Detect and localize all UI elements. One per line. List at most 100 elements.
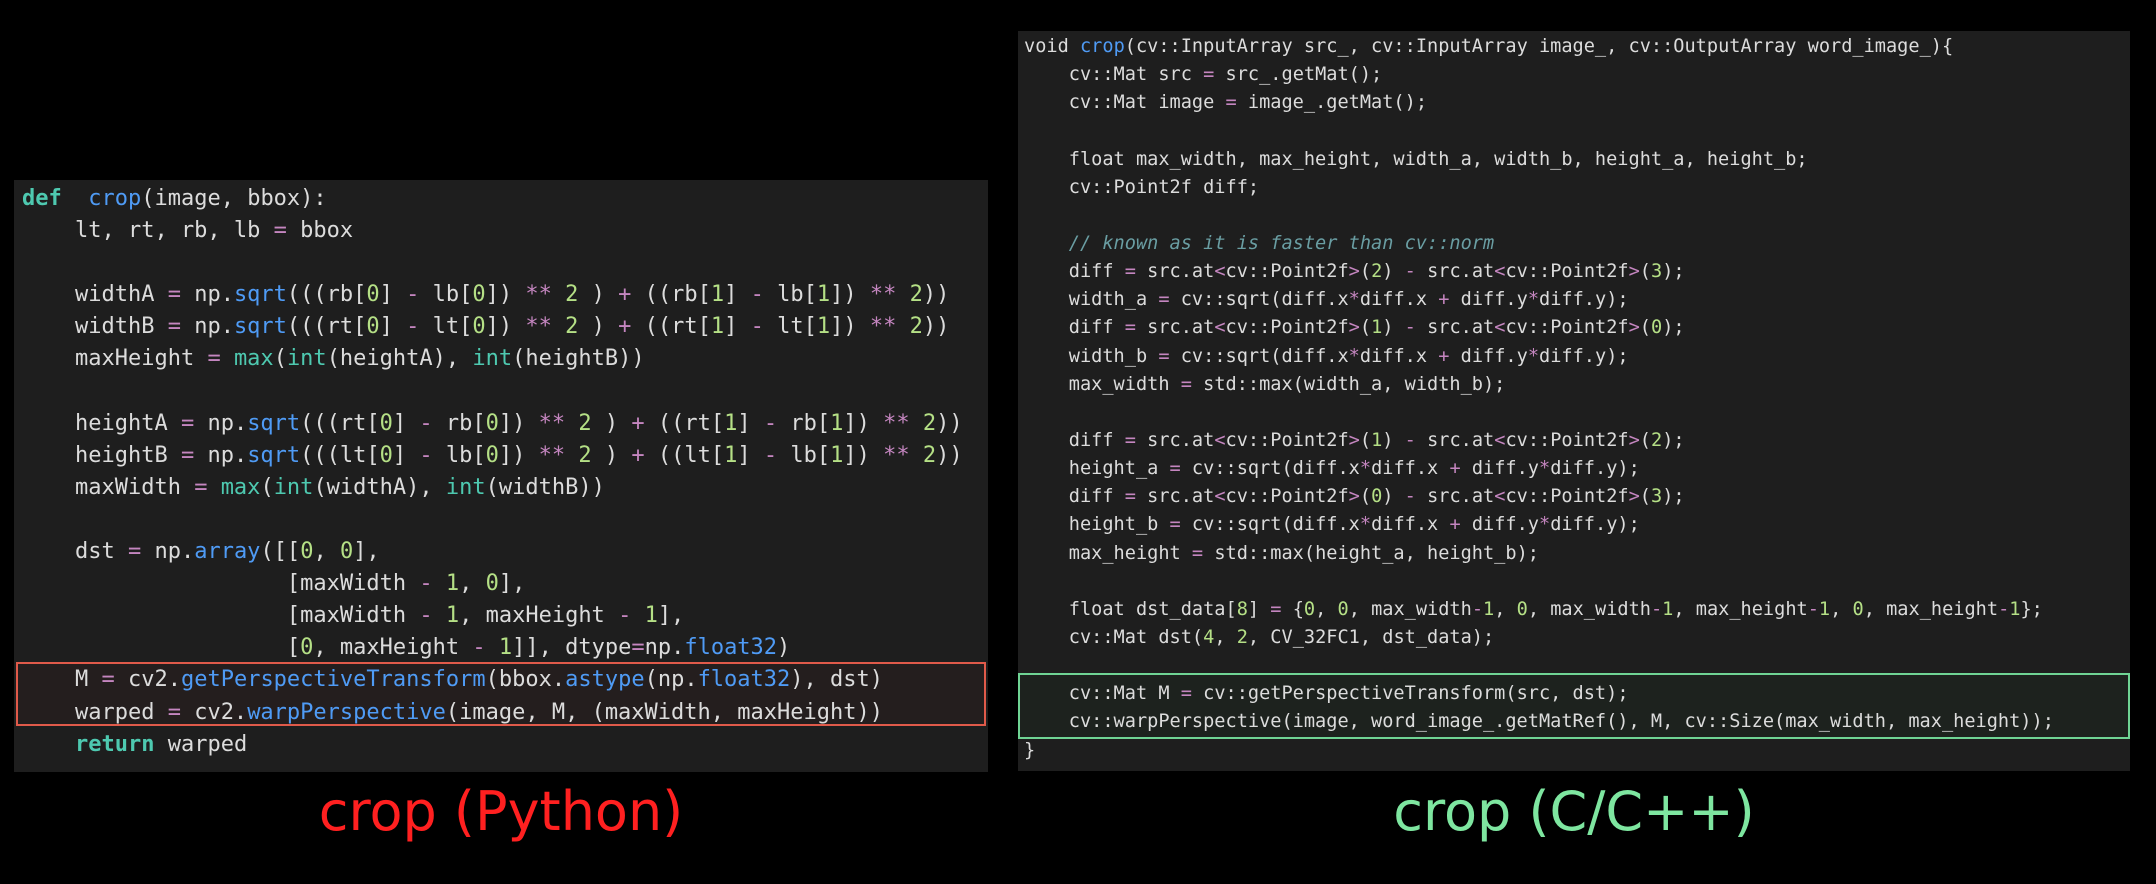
cpp-code-token: , max_height (1863, 598, 1999, 620)
cpp-code-line (1018, 202, 2130, 230)
cpp-code-token: > (1628, 317, 1640, 339)
cpp-code-token: 1 (2009, 598, 2021, 620)
py-code-token: - (419, 442, 433, 468)
py-code-token: (bbox. (485, 667, 566, 693)
py-code-token: 2 (922, 442, 937, 468)
cpp-code-token: 0 (1303, 598, 1316, 620)
cpp-code-token: 1 (1483, 598, 1495, 620)
cpp-code-token: src.at (1135, 429, 1215, 451)
cpp-code-token: src.at (1135, 486, 1215, 508)
cpp-code-token: = (1124, 486, 1136, 508)
cpp-code-token: ); (1662, 429, 1685, 451)
py-code-token: - (419, 410, 433, 436)
cpp-code-token: crop (1079, 36, 1125, 57)
py-code-token: 2 (578, 410, 592, 436)
py-code-token: (((lt[ (300, 442, 380, 468)
cpp-code-token: } (1024, 739, 1036, 761)
cpp-code-token: > (1628, 486, 1640, 508)
cpp-code-token: diff.y); (1550, 458, 1640, 480)
py-code-token: , maxHeight (313, 635, 473, 661)
py-code-token: ((rt[ (631, 314, 711, 340)
cpp-code-token: = (1169, 514, 1181, 536)
py-code-token: 1 (830, 442, 844, 468)
py-code-token: np. (180, 282, 234, 308)
py-code-token: lb[ (763, 282, 817, 308)
py-code-token: ] (392, 410, 420, 436)
cpp-code-token: , max_height (1673, 598, 1808, 620)
cpp-code-token: ) (1382, 261, 1405, 283)
py-code-token: = (180, 410, 195, 436)
cpp-code-token: = (1203, 64, 1215, 86)
py-code-token: ], (353, 539, 380, 565)
py-code-token: 1 (710, 282, 725, 308)
py-code-token: = (273, 218, 287, 244)
cpp-code-token: , (1830, 598, 1853, 620)
cpp-code-token: cv::Point2f (1505, 317, 1629, 339)
py-code-token: ] (379, 314, 407, 340)
py-code-token: + (631, 442, 645, 468)
cpp-code-token: float max_width, max_height, width_a, wi… (1024, 148, 1808, 170)
cpp-code-token: max_width (1024, 373, 1181, 395)
cpp-code-token: = (1124, 429, 1136, 451)
py-code-token: 2 (565, 314, 579, 340)
py-code-line: def crop(image, bbox): (14, 183, 988, 215)
cpp-code-token: < (1494, 486, 1506, 508)
cpp-code-token: = (1124, 261, 1136, 283)
py-code-line: widthA = np.sqrt(((rb[0] - lb[0]) ** 2 )… (14, 279, 988, 311)
py-code-token: np. (141, 539, 195, 565)
py-code-token (62, 186, 89, 211)
cpp-code-token: cv::Point2f (1225, 317, 1349, 339)
cpp-code-token: > (1348, 486, 1360, 508)
cpp-code-token: + (1438, 289, 1450, 311)
py-code-token: bbox (286, 218, 354, 244)
cpp-code-token: 0 (1516, 598, 1528, 620)
cpp-code-token: cv::Mat src (1024, 64, 1204, 86)
py-code-token: )) (922, 282, 950, 308)
cpp-code-token: 1 (1371, 429, 1383, 451)
cpp-code-token: > (1628, 261, 1640, 283)
py-code-token: 0 (472, 314, 486, 340)
cpp-code-token: diff.x (1371, 458, 1450, 480)
py-code-token: 1 (816, 282, 831, 308)
cpp-code-token: , (1214, 626, 1237, 648)
py-code-token: 2 (909, 314, 923, 340)
py-code-token: 0 (300, 635, 314, 661)
cpp-code-token (1024, 233, 1069, 254)
py-code-token (207, 475, 220, 500)
cpp-code-token: , CV_32FC1, dst_data); (1247, 626, 1495, 648)
cpp-code-panel: void crop(cv::InputArray src_, cv::Input… (1018, 31, 2130, 771)
python-code-panel: def crop(image, bbox): lt, rt, rb, lb = … (14, 180, 988, 772)
py-code-token: = (101, 667, 115, 693)
py-code-token (565, 443, 578, 468)
cpp-code-line: } (1018, 737, 2130, 765)
cpp-code-line: cv::Mat dst(4, 2, CV_32FC1, dst_data); (1018, 624, 2130, 652)
py-code-token (22, 732, 75, 757)
py-code-token: 0 (366, 282, 380, 308)
cpp-code-token: < (1214, 429, 1226, 451)
cpp-code-token: = (1191, 542, 1204, 564)
py-code-token: ** (883, 442, 910, 468)
cpp-code-token: width_b (1024, 345, 1159, 367)
cpp-code-token: * (1348, 345, 1360, 367)
cpp-code-token: - (1404, 486, 1416, 508)
py-code-token: = (167, 282, 181, 308)
py-code-token: lb[ (777, 442, 831, 468)
py-code-token: ) (591, 442, 632, 468)
py-code-token: 1 (710, 314, 725, 340)
py-code-token: widthB (22, 314, 168, 340)
py-code-token: 0 (485, 571, 499, 597)
cpp-code-token: - (1404, 317, 1416, 339)
cpp-code-token: - (1998, 598, 2010, 620)
py-code-token: (heightA), (326, 346, 473, 372)
py-code-token: ** (883, 410, 910, 436)
py-code-token: )) (936, 410, 963, 436)
py-code-token: = (180, 442, 195, 468)
cpp-code-token: 0 (1337, 598, 1349, 620)
py-code-token: max (220, 474, 261, 500)
py-code-token: = (167, 314, 181, 340)
cpp-code-line: diff = src.at<cv::Point2f>(0) - src.at<c… (1018, 483, 2130, 511)
py-code-token (552, 314, 565, 339)
cpp-code-token: , max_width (1527, 598, 1651, 620)
cpp-code-line: width_a = cv::sqrt(diff.x*diff.x + diff.… (1018, 286, 2130, 314)
py-code-token: + (618, 282, 632, 308)
